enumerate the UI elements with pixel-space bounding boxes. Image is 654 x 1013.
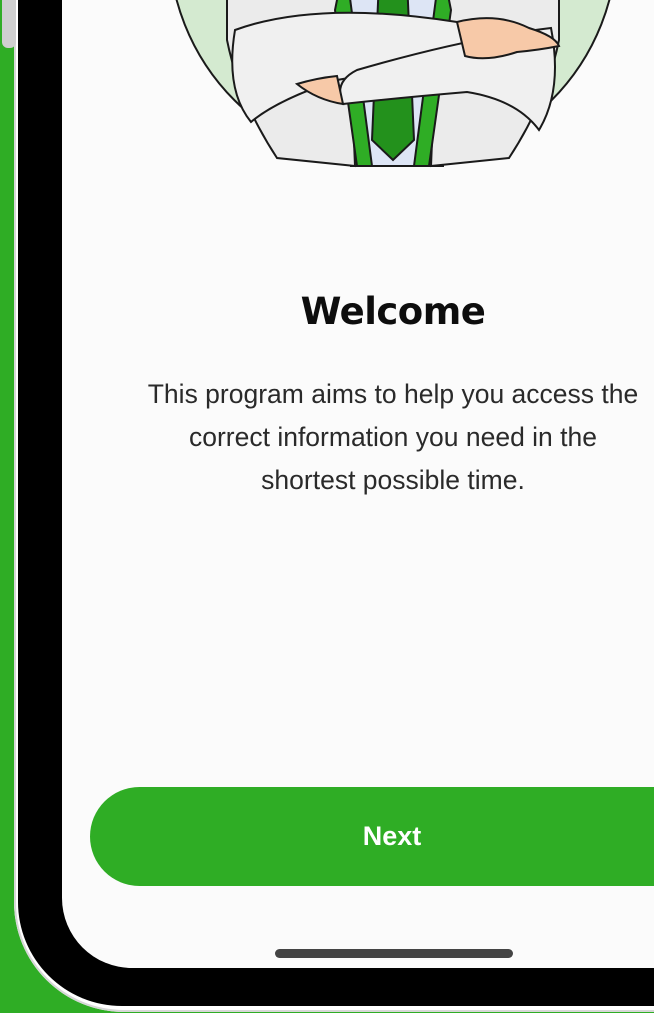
next-button[interactable]: Next xyxy=(90,787,654,886)
phone-side-button xyxy=(2,0,16,48)
app-stage: Welcome This program aims to help you ac… xyxy=(0,0,654,1013)
welcome-description: This program aims to help you access the… xyxy=(92,373,654,502)
home-indicator[interactable] xyxy=(275,949,513,958)
welcome-description-line: This program aims to help you access the xyxy=(147,379,639,409)
onboarding-screen: Welcome This program aims to help you ac… xyxy=(62,0,654,968)
welcome-description-line: shortest possible time. xyxy=(261,465,525,495)
businessman-illustration xyxy=(175,0,611,168)
page-title: Welcome xyxy=(300,290,486,333)
welcome-description-line: correct information you need in the xyxy=(188,422,598,452)
